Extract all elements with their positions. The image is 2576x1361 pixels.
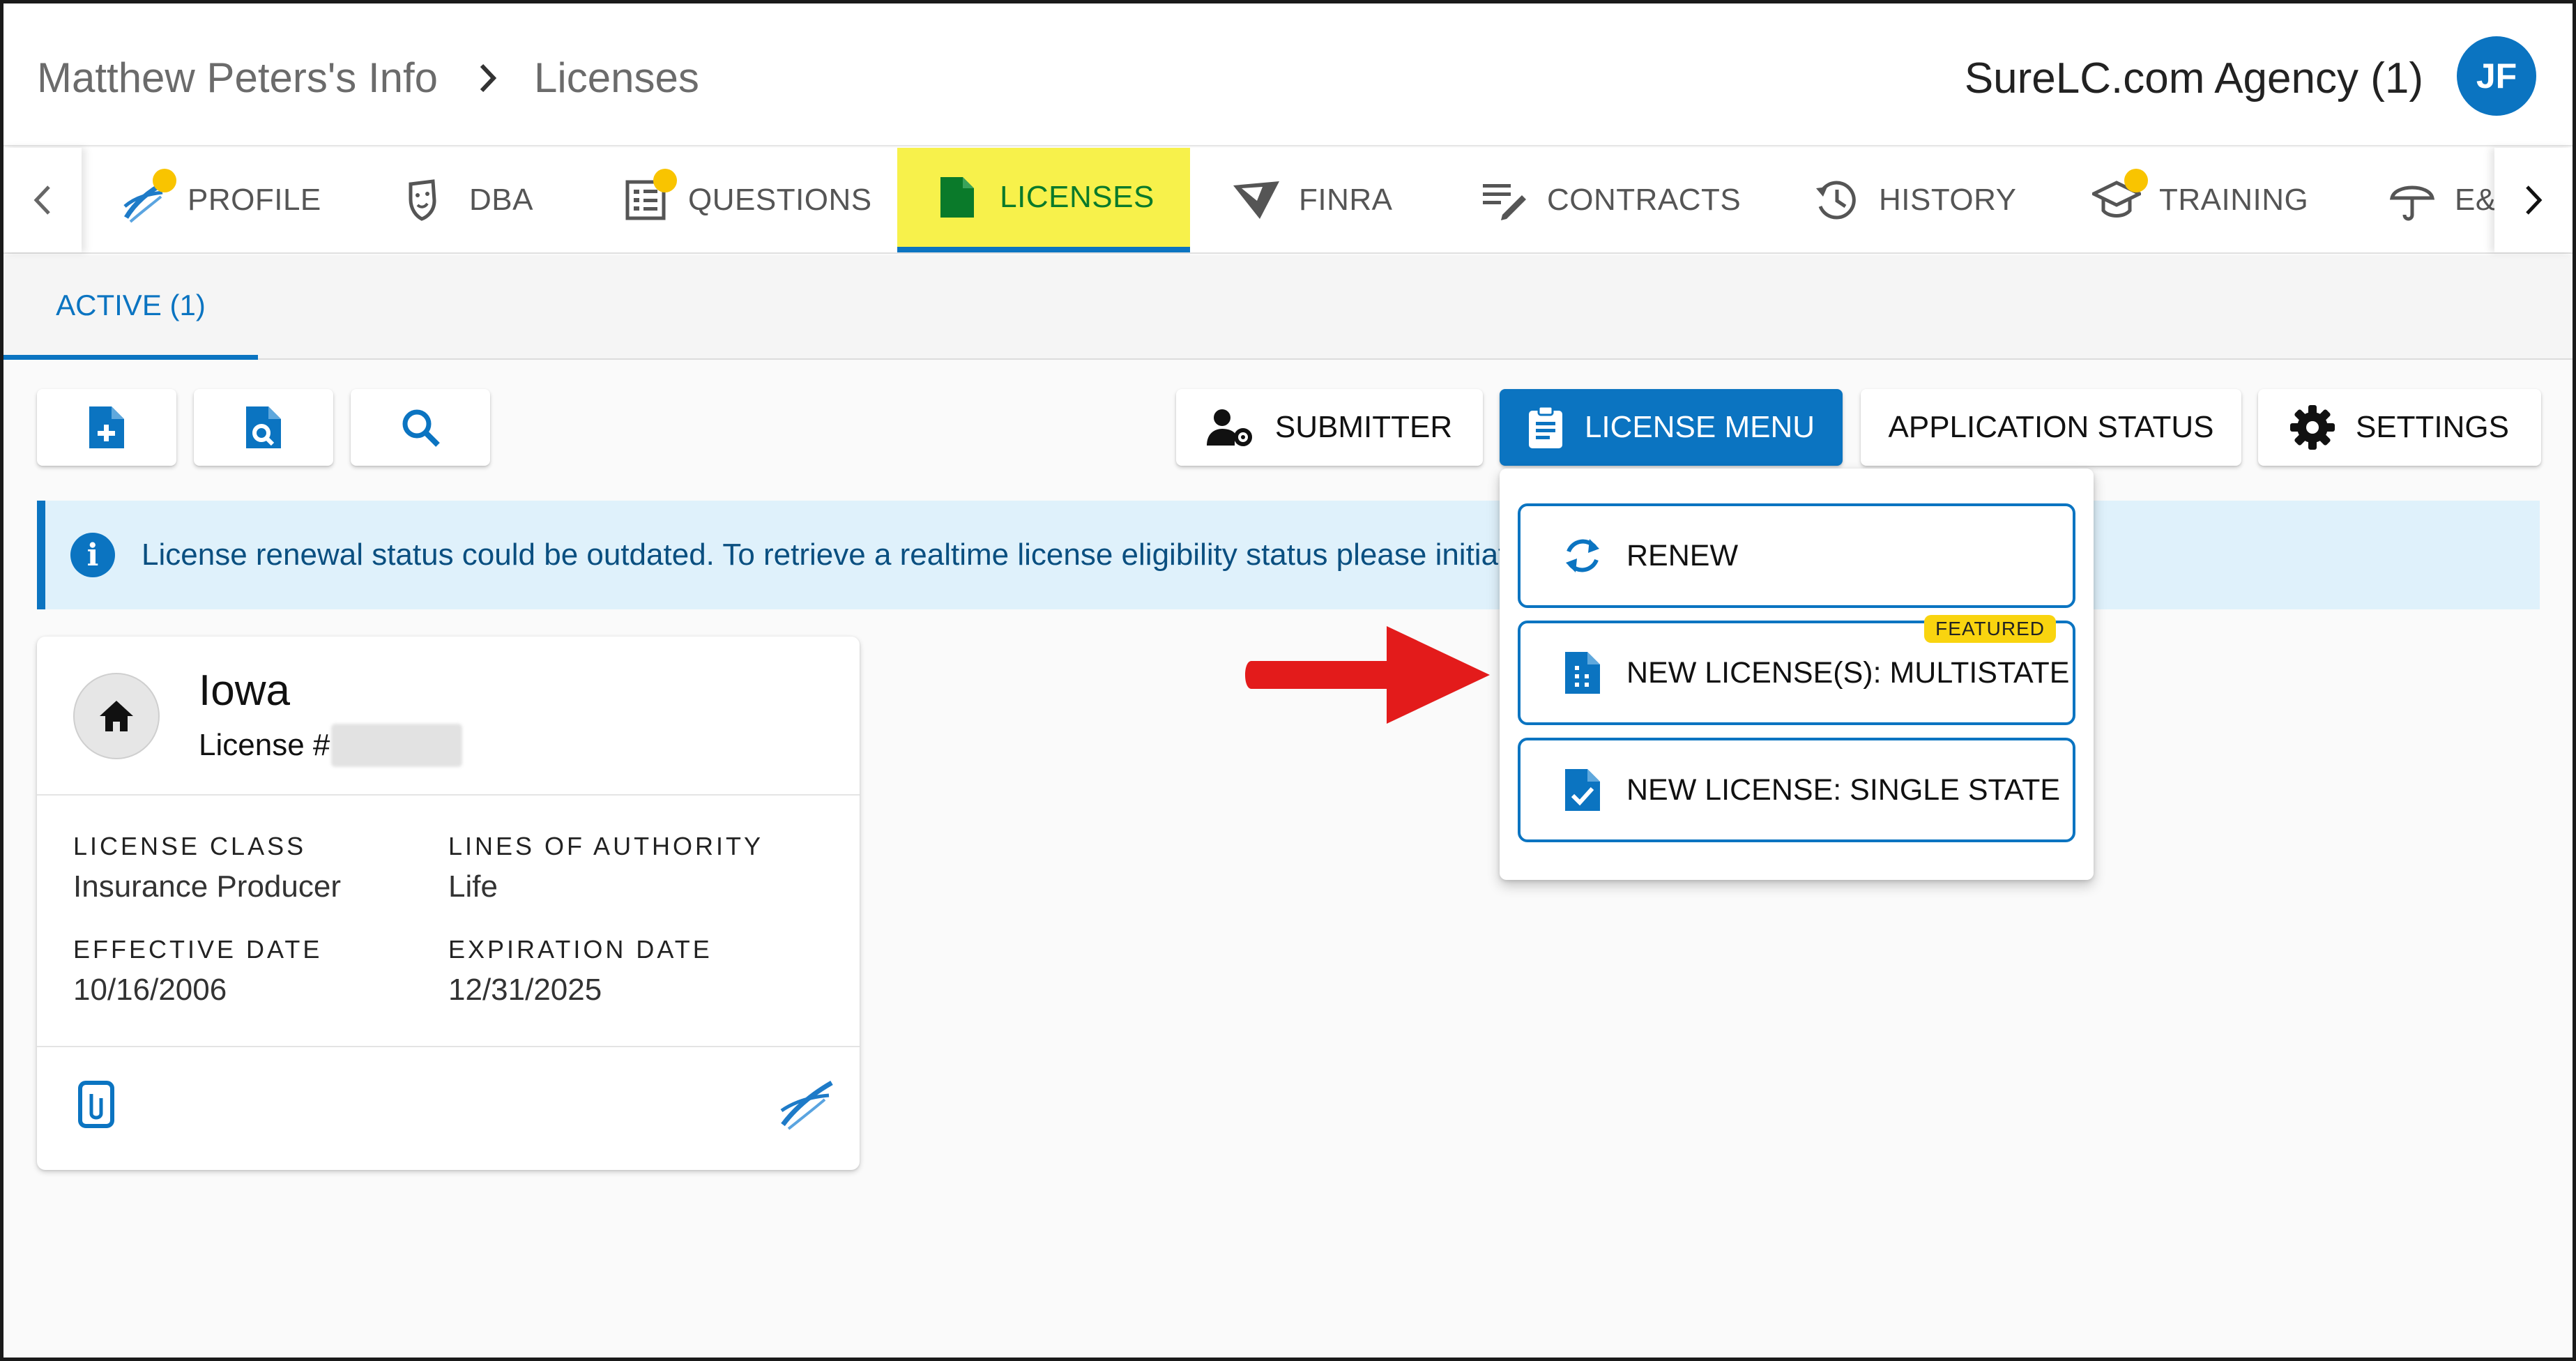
user-gear-icon	[1206, 406, 1254, 448]
license-state: Iowa	[199, 667, 290, 715]
effective-date-label: EFFECTIVE DATE	[73, 935, 323, 964]
tab-training[interactable]: TRAINING	[2092, 148, 2308, 252]
document-check-icon	[1560, 768, 1606, 812]
notification-dot	[653, 169, 677, 192]
home-state-icon	[73, 673, 160, 759]
tab-label: E&	[2455, 183, 2497, 217]
document-icon	[933, 173, 982, 222]
lookup-license-button[interactable]	[194, 389, 333, 466]
menu-item-renew[interactable]: RENEW	[1518, 503, 2075, 608]
notification-dot	[2124, 169, 2148, 192]
menu-item-label: NEW LICENSE(S): MULTISTATE	[1626, 655, 2070, 690]
menu-item-new-multistate[interactable]: FEATURED NEW LICENSE(S): MULTISTATE	[1518, 615, 2075, 725]
chevron-right-icon	[2526, 185, 2543, 215]
search-icon	[402, 409, 440, 447]
chevron-right-icon	[478, 63, 498, 93]
tab-label: LICENSES	[1000, 180, 1154, 214]
license-number-label: License #	[199, 728, 330, 762]
lines-of-authority-value: Life	[448, 869, 498, 904]
divider	[37, 1046, 860, 1047]
surelc-logo-icon	[121, 169, 176, 225]
tabs-scroll-right-button[interactable]	[2494, 148, 2573, 252]
multistate-document-icon	[1560, 651, 1606, 695]
app-window: Matthew Peters's Info Licenses SureLC.co…	[0, 0, 2576, 1361]
red-arrow-annotation	[1244, 621, 1495, 733]
menu-item-new-single-state[interactable]: NEW LICENSE: SINGLE STATE	[1518, 738, 2075, 842]
featured-badge: FEATURED	[1924, 615, 2056, 643]
banner-text: License renewal status could be outdated…	[142, 538, 1507, 572]
expiration-date-label: EXPIRATION DATE	[448, 935, 712, 964]
tab-active[interactable]: ACTIVE (1)	[3, 255, 258, 360]
tabs-scroll-left-button[interactable]	[3, 148, 82, 252]
masks-icon	[402, 176, 451, 225]
finra-icon	[1232, 176, 1281, 225]
avatar[interactable]: JF	[2457, 36, 2536, 116]
tab-questions[interactable]: QUESTIONS	[621, 148, 872, 252]
checklist-icon	[621, 169, 677, 225]
license-menu-dropdown: RENEW FEATURED NEW LICENSE(S): MULTISTAT…	[1500, 469, 2094, 880]
file-plus-icon	[89, 406, 124, 448]
surelc-logo-icon[interactable]	[779, 1076, 834, 1135]
notification-dot	[153, 169, 176, 192]
tab-label: DBA	[469, 183, 533, 217]
edit-lines-icon	[1480, 176, 1529, 225]
umbrella-icon	[2388, 176, 2437, 225]
breadcrumb-root[interactable]: Matthew Peters's Info	[37, 54, 438, 102]
breadcrumb: Matthew Peters's Info Licenses	[37, 54, 699, 102]
tab-label: CONTRACTS	[1547, 183, 1742, 217]
tab-contracts[interactable]: CONTRACTS	[1480, 148, 1741, 252]
tab-label: PROFILE	[188, 183, 321, 217]
lines-of-authority-label: LINES OF AUTHORITY	[448, 832, 764, 860]
license-subtabs: ACTIVE (1)	[3, 255, 2573, 360]
license-menu-button[interactable]: LICENSE MENU	[1500, 389, 1843, 466]
breadcrumb-current: Licenses	[534, 54, 699, 101]
clipboard-icon	[1527, 405, 1564, 450]
chevron-left-icon	[33, 185, 50, 215]
submitter-label: SUBMITTER	[1274, 410, 1453, 444]
divider	[37, 794, 860, 796]
license-card: Iowa License # LICENSE CLASS Insurance P…	[37, 637, 860, 1170]
settings-label: SETTINGS	[2355, 410, 2510, 444]
search-button[interactable]	[351, 389, 490, 466]
expiration-date-value: 12/31/2025	[448, 973, 602, 1007]
settings-button[interactable]: SETTINGS	[2258, 389, 2541, 466]
tab-label: TRAINING	[2159, 183, 2309, 217]
tab-finra[interactable]: FINRA	[1232, 148, 1393, 252]
license-menu-label: LICENSE MENU	[1584, 410, 1815, 444]
tab-label: QUESTIONS	[688, 183, 872, 217]
history-icon	[1812, 176, 1861, 225]
tab-label: HISTORY	[1879, 183, 2017, 217]
redacted-license-number	[331, 724, 463, 767]
info-icon: i	[70, 533, 115, 577]
menu-item-label: RENEW	[1626, 538, 1739, 572]
tab-label: FINRA	[1299, 183, 1393, 217]
tab-profile[interactable]: PROFILE	[121, 148, 321, 252]
tab-eo[interactable]: E&	[2388, 148, 2497, 252]
file-search-icon	[246, 406, 281, 448]
submitter-button[interactable]: SUBMITTER	[1176, 389, 1483, 466]
refresh-icon	[1560, 533, 1606, 578]
gear-icon	[2289, 405, 2335, 450]
renewal-info-banner: i License renewal status could be outdat…	[37, 501, 2540, 609]
page-header: Matthew Peters's Info Licenses SureLC.co…	[3, 3, 2573, 146]
add-license-button[interactable]	[37, 389, 176, 466]
agency-selector[interactable]: SureLC.com Agency (1)	[1965, 54, 2423, 103]
tab-dba[interactable]: DBA	[402, 148, 533, 252]
main-tabs: PROFILE DBA QUESTIONS LICENSES FINRA CON…	[3, 148, 2573, 254]
tab-licenses[interactable]: LICENSES	[897, 148, 1190, 252]
application-status-button[interactable]: APPLICATION STATUS	[1861, 389, 2241, 466]
tab-history[interactable]: HISTORY	[1812, 148, 2016, 252]
effective-date-value: 10/16/2006	[73, 973, 227, 1007]
license-number: License #	[199, 724, 463, 767]
license-class-label: LICENSE CLASS	[73, 832, 307, 860]
attachment-icon[interactable]	[77, 1080, 115, 1132]
graduation-cap-icon	[2092, 169, 2148, 225]
menu-item-label: NEW LICENSE: SINGLE STATE	[1626, 773, 2061, 807]
license-class-value: Insurance Producer	[73, 869, 341, 904]
